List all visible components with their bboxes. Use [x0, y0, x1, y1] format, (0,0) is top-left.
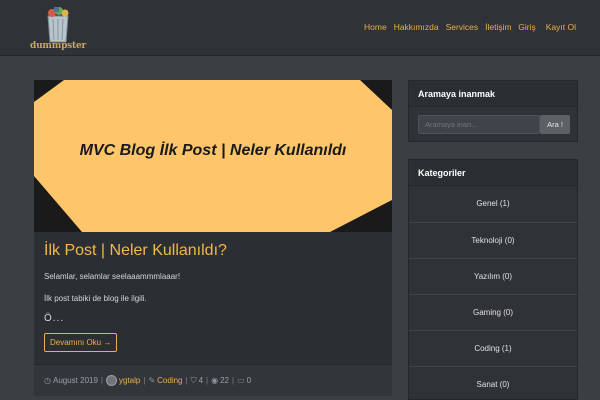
categories-widget: Kategoriler Genel (1) Teknoloji (0) Yazı… [408, 159, 578, 400]
post-comments-count: 0 [246, 376, 252, 385]
nav-services[interactable]: Services [446, 22, 479, 32]
search-widget-title: Aramaya inanmak [409, 81, 577, 107]
hero-title: MVC Blog İlk Post | Neler Kullanıldı [79, 142, 347, 159]
main-nav: Home Hakkımızda Services İletişim [364, 22, 519, 32]
post-views-count: 22 [220, 376, 229, 385]
tags-icon: ⛉ [190, 375, 197, 385]
post-excerpt-line: İlk post tabiki de blog ile ilgili. [44, 294, 147, 303]
nav-register[interactable]: Kayıt Ol [546, 22, 576, 32]
post-author[interactable]: ygtalp [119, 376, 140, 385]
post-title[interactable]: İlk Post | Neler Kullanıldı? [44, 242, 227, 260]
meta-separator: | [185, 376, 188, 385]
logo-text: dummpster [30, 41, 87, 51]
category-item[interactable]: Teknoloji (0) [409, 222, 577, 258]
meta-separator: | [100, 376, 103, 385]
post-meta: ◷ August 2019 | ygtalp | ✎ Coding | ⛉ 4 … [44, 375, 251, 386]
nav-home[interactable]: Home [364, 22, 387, 32]
search-widget: Aramaya inanmak Ara ! [408, 80, 578, 142]
category-item[interactable]: Genel (1) [409, 186, 577, 222]
category-item[interactable]: Coding (1) [409, 330, 577, 366]
post-meta-bar: ◷ August 2019 | ygtalp | ✎ Coding | ⛉ 4 … [34, 364, 392, 396]
meta-separator: | [206, 376, 209, 385]
post-excerpt-ellipsis: Ö... [44, 313, 65, 324]
post-tags-count: 4 [198, 376, 204, 385]
category-item[interactable]: Gaming (0) [409, 294, 577, 330]
clock-icon: ◷ [44, 376, 51, 385]
eye-icon: ◉ [211, 376, 219, 385]
meta-separator: | [232, 376, 235, 385]
edit-icon: ✎ [148, 376, 156, 385]
comments-icon: ▭ [237, 376, 245, 385]
search-row: Ara ! [409, 107, 577, 139]
post-date: August 2019 [52, 376, 98, 385]
post-category[interactable]: Coding [157, 376, 182, 385]
nav-about[interactable]: Hakkımızda [394, 22, 439, 32]
meta-separator: | [143, 376, 146, 385]
post-card: MVC Blog İlk Post | Neler Kullanıldı İlk… [34, 80, 392, 396]
read-more-button[interactable]: Devamını Oku → [44, 333, 118, 352]
auth-nav: Giriş Kayıt Ol [508, 22, 576, 32]
category-list: Genel (1) Teknoloji (0) Yazılım (0) Gami… [409, 186, 577, 400]
nav-login[interactable]: Giriş [518, 22, 535, 32]
search-input[interactable] [418, 115, 540, 134]
search-button[interactable]: Ara ! [540, 115, 570, 134]
categories-widget-title: Kategoriler [409, 160, 577, 186]
author-avatar [106, 375, 117, 386]
post-excerpt-line: Selamlar, selamlar seelaaammmlaaar! [44, 272, 181, 281]
post-hero-image[interactable]: MVC Blog İlk Post | Neler Kullanıldı [34, 80, 392, 232]
navbar: dummpster Home Hakkımızda Services İleti… [0, 0, 600, 56]
category-item[interactable]: Yazılım (0) [409, 258, 577, 294]
category-item[interactable]: Sanat (0) [409, 366, 577, 400]
